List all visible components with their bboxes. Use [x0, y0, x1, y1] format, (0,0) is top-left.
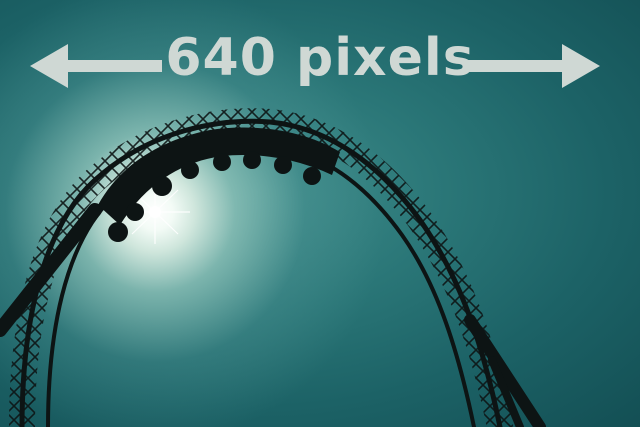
- roller-coaster-loop: [9, 108, 513, 427]
- sun: [149, 206, 161, 218]
- caption-text: 640 pixels: [165, 28, 475, 88]
- photo: 640 pixels: [0, 0, 640, 427]
